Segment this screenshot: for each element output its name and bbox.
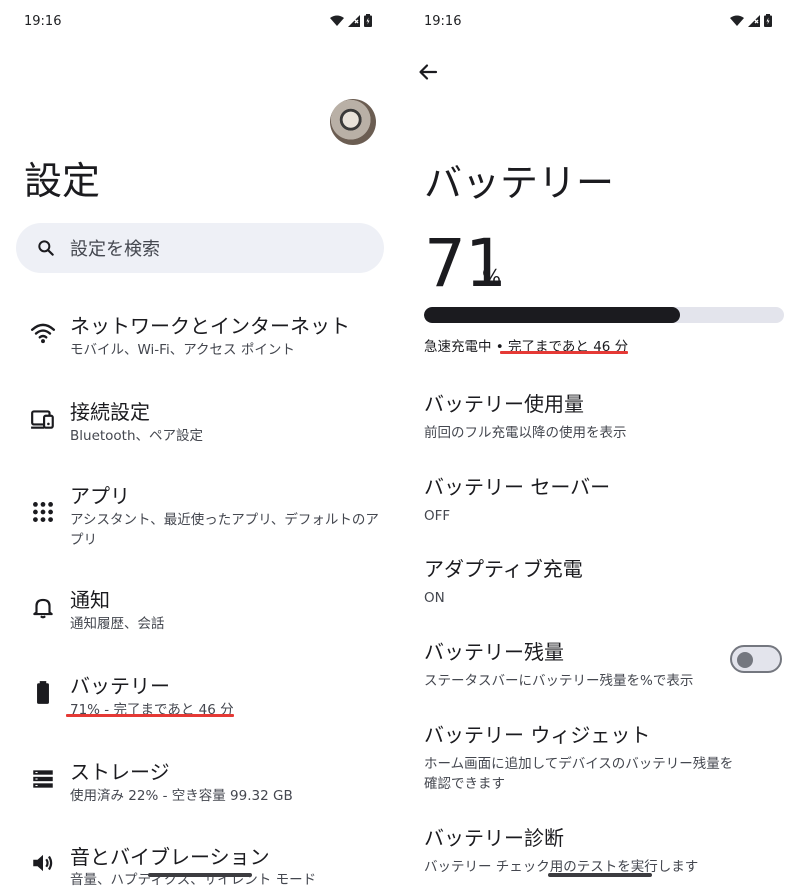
back-arrow-icon[interactable] — [416, 60, 440, 84]
battery-icon — [37, 681, 49, 704]
item-subtitle: ON — [424, 590, 445, 606]
battery-widget-item[interactable]: バッテリー ウィジェット ホーム画面に追加してデバイスのバッテリー残量を確認でき… — [424, 719, 784, 794]
item-title: バッテリー残量 — [424, 640, 564, 664]
battery-screen: 19:16 バッテリー 71 % 急速充電中 • 完了まであと 46 分 バッテ… — [400, 0, 800, 889]
settings-item-subtitle: アシスタント、最近使ったアプリ、デフォルトのアプリ — [70, 512, 379, 548]
settings-item-title: 音とバイブレーション — [70, 845, 270, 869]
settings-item-subtitle: Bluetooth、ペア設定 — [70, 428, 204, 444]
item-title: アダプティブ充電 — [424, 557, 583, 581]
search-bar[interactable]: 設定を検索 — [16, 223, 384, 273]
adaptive-charging-item[interactable]: アダプティブ充電 ON — [424, 553, 784, 608]
item-title: バッテリー診断 — [424, 826, 564, 850]
settings-screen: 19:16 設定 設定を検索 ネットワークとインターネット モバイル、Wi-Fi… — [0, 0, 400, 889]
status-icons — [330, 14, 372, 27]
item-subtitle: 前回のフル充電以降の使用を表示 — [424, 425, 627, 441]
search-placeholder: 設定を検索 — [70, 239, 160, 260]
gesture-nav-bar[interactable] — [148, 873, 252, 877]
settings-item-subtitle: 71% - 完了まであと 46 分 — [70, 702, 234, 718]
settings-item-apps[interactable]: アプリ アシスタント、最近使ったアプリ、デフォルトのアプリ — [0, 480, 400, 560]
battery-percent: 71 — [424, 225, 507, 302]
settings-item-subtitle: モバイル、Wi-Fi、アクセス ポイント — [70, 342, 295, 358]
settings-item-subtitle: 使用済み 22% - 空き容量 99.32 GB — [70, 788, 293, 804]
settings-item-notifications[interactable]: 通知 通知履歴、会話 — [0, 584, 400, 644]
settings-item-subtitle: 通知履歴、会話 — [70, 616, 165, 632]
item-subtitle: OFF — [424, 508, 451, 524]
settings-item-battery[interactable]: バッテリー 71% - 完了まであと 46 分 — [0, 670, 400, 730]
item-subtitle: ステータスバーにバッテリー残量を%で表示 — [424, 673, 694, 689]
signal-status-icon — [348, 14, 360, 27]
settings-item-title: 通知 — [70, 588, 110, 612]
settings-item-title: ネットワークとインターネット — [70, 314, 350, 338]
connected-devices-icon — [31, 410, 54, 429]
page-title: 設定 — [24, 159, 101, 203]
settings-item-sound[interactable]: 音とバイブレーション 音量、ハプティクス、サイレント モード — [0, 841, 400, 889]
item-title: バッテリー ウィジェット — [424, 723, 651, 747]
battery-usage-item[interactable]: バッテリー使用量 前回のフル充電以降の使用を表示 — [424, 388, 784, 443]
signal-status-icon — [748, 14, 760, 27]
status-icons — [730, 14, 772, 27]
item-title: バッテリー セーバー — [424, 475, 611, 499]
battery-saver-item[interactable]: バッテリー セーバー OFF — [424, 471, 784, 526]
wifi-icon — [30, 323, 56, 344]
search-icon — [38, 240, 54, 256]
highlight-underline — [66, 714, 234, 717]
settings-item-title: アプリ — [70, 484, 130, 508]
settings-item-storage[interactable]: ストレージ 使用済み 22% - 空き容量 99.32 GB — [0, 756, 400, 816]
battery-status-icon — [764, 14, 772, 27]
settings-item-title: 接続設定 — [70, 400, 150, 424]
battery-percent-sign: % — [482, 265, 502, 289]
toggle-knob — [737, 652, 753, 668]
settings-item-title: バッテリー — [70, 674, 170, 698]
storage-icon — [33, 770, 53, 788]
highlight-underline — [500, 351, 628, 354]
item-title: バッテリー使用量 — [424, 392, 584, 416]
battery-percentage-toggle[interactable] — [730, 645, 782, 673]
settings-item-connected-devices[interactable]: 接続設定 Bluetooth、ペア設定 — [0, 396, 400, 456]
settings-item-title: ストレージ — [70, 760, 170, 784]
wifi-status-icon — [730, 15, 744, 26]
status-time: 19:16 — [24, 14, 62, 29]
battery-level-fill — [424, 307, 680, 323]
battery-status-icon — [364, 14, 372, 27]
settings-item-network[interactable]: ネットワークとインターネット モバイル、Wi-Fi、アクセス ポイント — [0, 310, 400, 370]
wifi-status-icon — [330, 15, 344, 26]
speaker-icon — [33, 854, 53, 872]
avatar[interactable] — [330, 99, 376, 145]
battery-level-bar — [424, 307, 784, 323]
item-subtitle: ホーム画面に追加してデバイスのバッテリー残量を確認できます — [424, 756, 734, 792]
battery-percentage-item[interactable]: バッテリー残量 ステータスバーにバッテリー残量を%で表示 — [424, 636, 724, 691]
gesture-nav-bar[interactable] — [548, 873, 652, 877]
page-title: バッテリー — [424, 161, 615, 205]
apps-grid-icon — [33, 502, 53, 522]
status-time: 19:16 — [424, 14, 462, 29]
battery-diagnostics-item[interactable]: バッテリー診断 バッテリー チェック用のテストを実行します — [424, 822, 784, 877]
bell-icon — [33, 598, 53, 619]
